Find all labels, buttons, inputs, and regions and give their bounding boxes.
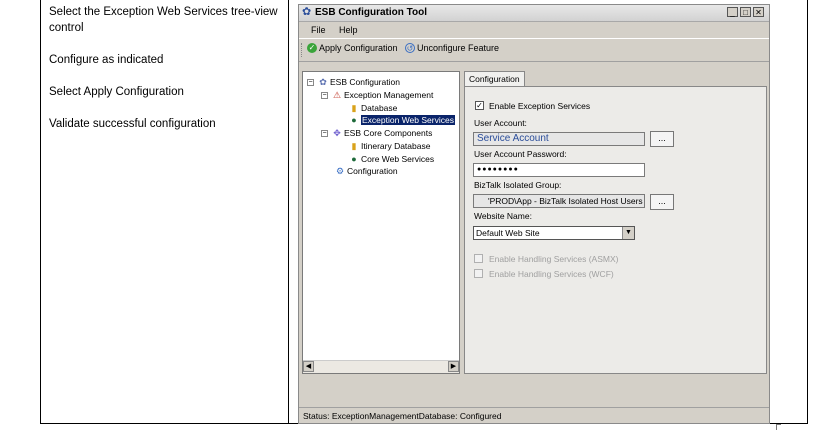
configuration-tab-body: ✓ Enable Exception Services User Account… [464, 86, 767, 374]
website-name-label: Website Name: [474, 211, 532, 221]
tree-label: Exception Management [344, 90, 434, 100]
database-icon: ▮ [351, 141, 357, 151]
tree-node-exception-management[interactable]: − ⚠ Exception Management [321, 89, 433, 101]
settings-icon: ⚙ [335, 166, 345, 176]
step-3: Select Apply Configuration [49, 86, 184, 98]
enable-exception-services-label: Enable Exception Services [489, 101, 591, 111]
esb-config-window: ✿ ESB Configuration Tool _ □ ✕ File Help… [298, 4, 770, 424]
step-1: Select the Exception Web Services tree-v… [49, 6, 278, 34]
tree-label: Core Web Services [361, 154, 435, 164]
biztalk-group-browse-button[interactable]: ... [650, 194, 674, 210]
password-label: User Account Password: [474, 149, 567, 159]
steps-column: Select the Exception Web Services tree-v… [49, 4, 279, 148]
website-name-value: Default Web Site [476, 228, 540, 238]
window-title: ESB Configuration Tool [315, 7, 428, 18]
enable-wcf-checkbox[interactable] [474, 269, 483, 278]
table-corner-mark [776, 424, 781, 430]
apply-configuration-button[interactable]: ✓ Apply Configuration [307, 43, 398, 53]
title-bar: ✿ ESB Configuration Tool _ □ ✕ [299, 5, 769, 22]
user-account-label: User Account: [474, 118, 527, 128]
warning-icon: ⚠ [332, 90, 342, 100]
undo-icon: ↺ [405, 43, 415, 53]
tree-node-database[interactable]: ▮ Database [349, 102, 398, 114]
tree-label: Exception Web Services [361, 115, 455, 125]
tree-node-itinerary-database[interactable]: ▮ Itinerary Database [349, 140, 431, 152]
tab-configuration[interactable]: Configuration [464, 71, 525, 87]
biztalk-group-label: BizTalk Isolated Group: [474, 180, 562, 190]
tree-node-esb-configuration[interactable]: − ✿ ESB Configuration [307, 76, 400, 88]
step-2: Configure as indicated [49, 54, 164, 66]
enable-asmx-label: Enable Handling Services (ASMX) [489, 254, 619, 264]
scroll-left-icon[interactable]: ◀ [303, 361, 314, 372]
maximize-icon[interactable]: □ [740, 7, 751, 17]
tree-label: Database [361, 103, 398, 113]
step-4: Validate successful configuration [49, 118, 216, 130]
tree-node-configuration[interactable]: ⚙ Configuration [335, 165, 398, 177]
tree-node-esb-core-components[interactable]: − ✥ ESB Core Components [321, 127, 432, 139]
globe-icon: ● [351, 115, 357, 125]
tree-node-core-web-services[interactable]: ● Core Web Services [349, 153, 434, 165]
unconfigure-feature-button[interactable]: ↺ Unconfigure Feature [405, 43, 499, 53]
menu-help[interactable]: Help [339, 25, 358, 35]
table-divider [288, 0, 289, 424]
scroll-right-icon[interactable]: ▶ [448, 361, 459, 372]
collapse-icon[interactable]: − [321, 91, 328, 99]
tree-label: Configuration [347, 166, 398, 176]
horizontal-scrollbar[interactable]: ◀ ▶ [303, 360, 459, 373]
gear-icon: ✿ [302, 6, 312, 18]
menu-file[interactable]: File [311, 25, 326, 35]
minimize-icon[interactable]: _ [727, 7, 738, 17]
tree-node-exception-web-services[interactable]: ● Exception Web Services [349, 114, 455, 126]
enable-exception-services-checkbox[interactable]: ✓ [475, 101, 484, 110]
collapse-icon[interactable]: − [321, 129, 328, 137]
biztalk-group-field[interactable]: 'PROD\App - BizTalk Isolated Host Users [473, 194, 645, 208]
configuration-panel: Configuration ✓ Enable Exception Service… [464, 71, 768, 374]
toolbar: ✓ Apply Configuration ↺ Unconfigure Feat… [299, 38, 769, 62]
status-bar: Status: ExceptionManagementDatabase: Con… [299, 407, 769, 423]
toolbar-grip [301, 43, 304, 57]
close-icon[interactable]: ✕ [753, 7, 764, 17]
password-field[interactable]: ●●●●●●●● [473, 163, 645, 177]
enable-wcf-label: Enable Handling Services (WCF) [489, 269, 614, 279]
collapse-icon[interactable]: − [307, 78, 314, 86]
apply-configuration-label: Apply Configuration [319, 43, 398, 53]
tree-label: ESB Configuration [330, 77, 400, 87]
globe-icon: ● [351, 154, 357, 164]
dropdown-arrow-icon[interactable]: ▼ [622, 227, 634, 239]
config-tree-view[interactable]: − ✿ ESB Configuration − ⚠ Exception Mana… [302, 71, 460, 374]
menu-bar: File Help [299, 22, 769, 38]
gear-icon: ✿ [319, 77, 327, 87]
user-account-browse-button[interactable]: ... [650, 131, 674, 147]
database-icon: ▮ [351, 103, 357, 113]
user-account-field[interactable]: Service Account [473, 132, 645, 146]
tree-label: Itinerary Database [361, 141, 431, 151]
tree-label: ESB Core Components [344, 128, 433, 138]
unconfigure-feature-label: Unconfigure Feature [417, 43, 500, 53]
components-icon: ✥ [333, 128, 341, 138]
enable-asmx-checkbox[interactable] [474, 254, 483, 263]
website-name-select[interactable]: Default Web Site ▼ [473, 226, 635, 240]
checkmark-icon: ✓ [307, 43, 317, 53]
